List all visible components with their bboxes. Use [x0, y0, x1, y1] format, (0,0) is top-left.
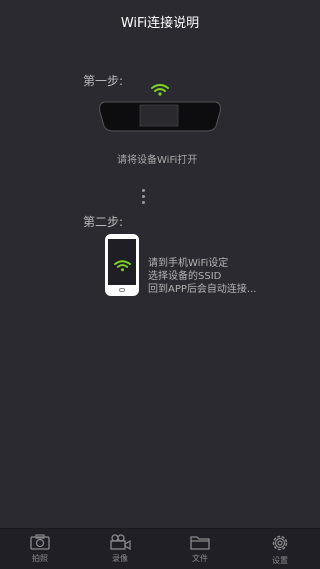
tab-label: 设置	[272, 556, 288, 565]
tab-files[interactable]: 文件	[160, 529, 240, 569]
page-title: WiFi连接说明	[120, 16, 200, 31]
gear-icon	[271, 534, 289, 552]
bottom-tab-bar: 拍照 录像 文件 设置	[0, 528, 320, 569]
step-divider-dots	[142, 189, 145, 207]
tab-label: 录像	[112, 554, 128, 563]
step2-instruction: 请到手机WiFi设定 选择设备的SSID 回到APP后会自动连接...	[148, 258, 257, 295]
video-camera-icon	[109, 534, 131, 550]
folder-icon	[190, 534, 210, 550]
tab-video[interactable]: 录像	[80, 529, 160, 569]
phone-wifi-icon	[114, 257, 131, 276]
header: WiFi连接说明	[0, 0, 320, 48]
step2-label: 第二步:	[83, 215, 124, 229]
phone-device-icon	[105, 234, 139, 296]
tab-label: 文件	[192, 554, 208, 563]
tab-photo[interactable]: 拍照	[0, 529, 80, 569]
camera-icon	[30, 534, 50, 550]
step1-instruction: 请将设备WiFi打开	[117, 155, 198, 166]
tab-label: 拍照	[32, 554, 48, 563]
rearview-mirror-device-icon	[98, 100, 222, 132]
wifi-icon	[151, 84, 169, 96]
tab-settings[interactable]: 设置	[240, 529, 320, 569]
step1-label: 第一步:	[83, 74, 124, 88]
